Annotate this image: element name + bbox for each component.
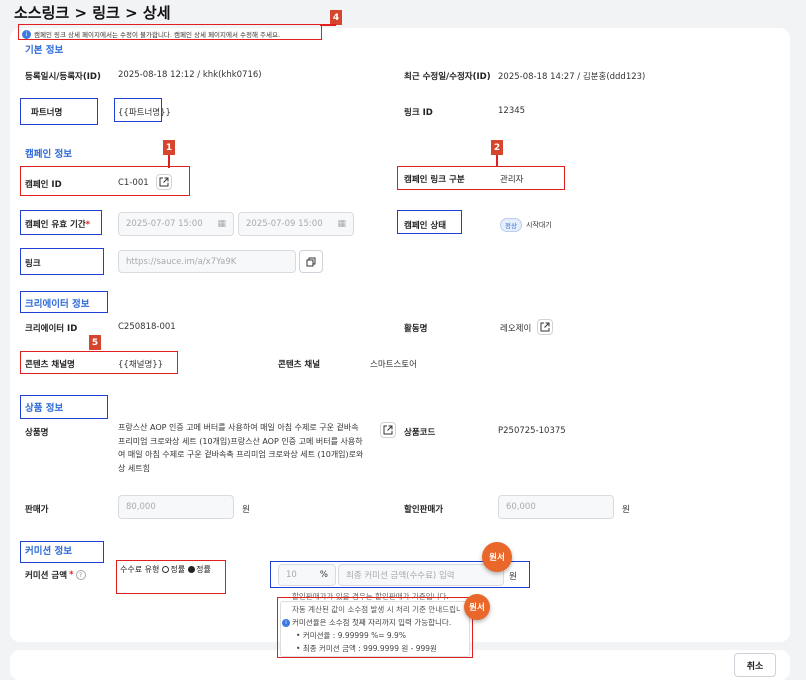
partner-label: 파트너명: [31, 108, 63, 118]
calendar-icon: ▦: [217, 219, 226, 229]
commission-amount-label: 커미션 금액 * ?: [25, 569, 86, 581]
modified-label: 최근 수정일/수정자(ID): [404, 72, 491, 82]
annotation-tag-4: 4: [330, 10, 342, 25]
breadcrumb-root[interactable]: 소스링크: [14, 4, 69, 22]
activity-value: 레오제이: [500, 324, 532, 334]
product-code-label: 상품코드: [404, 428, 436, 438]
open-creator-button[interactable]: [537, 319, 553, 335]
open-campaign-button[interactable]: [156, 174, 172, 190]
radio-percent-rate[interactable]: 정률: [188, 564, 211, 575]
product-code-value: P250725-10375: [498, 426, 566, 436]
info-icon: i: [22, 29, 31, 39]
status-text: 시작대기: [525, 221, 552, 229]
section-title-product: 상품 정보: [25, 403, 64, 414]
registered-value: 2025-08-18 12:12 / khk(khk0716): [118, 70, 262, 80]
copy-icon: [306, 257, 316, 266]
status-badge: 정상: [500, 218, 522, 232]
creator-id-value: C250818-001: [118, 322, 176, 332]
campaign-status: 정상 시작대기: [500, 218, 552, 232]
price-label: 판매가: [25, 505, 49, 515]
breadcrumb-separator: >: [74, 4, 88, 22]
breadcrumb-mid[interactable]: 링크: [92, 4, 120, 22]
commission-type-label: 수수료 유형: [120, 565, 160, 574]
radio-filled-icon: [188, 566, 196, 573]
annotation-tag-1: 1: [163, 140, 175, 155]
required-mark: *: [69, 570, 74, 580]
annotation-tag-2: 2: [491, 140, 503, 155]
annotation-line: [496, 155, 498, 167]
page-title: 상세: [142, 4, 171, 22]
campaign-start-input[interactable]: 2025-07-07 15:00 ▦: [118, 212, 234, 236]
commission-note-3: i 커미션율은 소수점 첫째 자리까지 입력 가능합니다.: [282, 617, 451, 628]
copy-link-button[interactable]: [299, 250, 323, 273]
annotation-line: [320, 24, 336, 26]
campaign-end-input[interactable]: 2025-07-09 15:00 ▦: [238, 212, 354, 236]
cancel-button[interactable]: 취소: [734, 653, 776, 677]
product-name-label: 상품명: [25, 428, 49, 438]
external-link-icon: [159, 177, 169, 187]
campaign-status-label: 캠페인 상태: [404, 221, 447, 231]
calendar-icon: ▦: [337, 219, 346, 229]
commission-unit: 원: [509, 572, 517, 582]
percent-sign: %: [319, 570, 328, 580]
price-input[interactable]: 80,000: [118, 495, 234, 519]
campaign-id-value: C1-001: [118, 178, 149, 188]
section-title-commission: 커미션 정보: [25, 546, 73, 557]
link-label: 링크: [25, 259, 41, 269]
notice-banner: i 캠페인 링크 상세 페이지에서는 수정이 불가합니다. 캠페인 상세 페이지…: [22, 29, 280, 39]
commission-note-2: 자동 계산된 값이 소수점 발생 시 처리 기준 안내드립니: [292, 605, 460, 614]
channel-value: 스마트스토어: [370, 360, 417, 370]
partner-value: {{파트너명}}: [118, 108, 171, 118]
campaign-id-label: 캠페인 ID: [25, 180, 62, 190]
channel-name-label: 콘텐츠 채널명: [25, 360, 75, 370]
breadcrumb: 소스링크 > 링크 > 상세: [14, 2, 171, 23]
commission-note-4: • 커미션율 : 9.99999 %= 9.9%: [296, 631, 406, 640]
activity-label: 활동명: [404, 324, 428, 334]
price-unit: 원: [242, 505, 250, 515]
help-icon[interactable]: ?: [75, 570, 86, 580]
required-mark: *: [85, 220, 91, 230]
commission-rate-input[interactable]: 10%: [278, 564, 336, 586]
commission-type-group: 수수료 유형 정률 정률: [120, 564, 211, 575]
notice-text: 캠페인 링크 상세 페이지에서는 수정이 불가합니다. 캠페인 상세 페이지에서…: [34, 31, 281, 39]
link-input[interactable]: https://sauce.im/a/x7Ya9K: [118, 250, 296, 273]
radio-fixed-rate[interactable]: 정률: [162, 564, 185, 575]
annotation-tag-5: 5: [89, 335, 101, 350]
external-link-icon: [540, 322, 550, 332]
sale-price-unit: 원: [622, 505, 630, 515]
radio-empty-icon: [162, 566, 170, 573]
open-product-button[interactable]: [380, 422, 396, 438]
campaign-link-type-value: 관리자: [500, 175, 524, 185]
breadcrumb-separator: >: [125, 4, 138, 22]
annotation-badge: 원서: [482, 542, 512, 572]
product-name-value: 프랑스산 AOP 인증 고메 버터를 사용하여 매일 아침 수제로 구운 겉바속…: [118, 423, 364, 473]
sale-price-input[interactable]: 60,000: [498, 495, 614, 519]
annotation-line: [168, 155, 170, 168]
info-icon: i: [282, 618, 290, 627]
registered-label: 등록일시/등록자(ID): [25, 72, 101, 82]
campaign-period-label: 캠페인 유효 기간*: [25, 220, 91, 230]
modified-value: 2025-08-18 14:27 / 김분홍(ddd123): [498, 72, 646, 82]
section-title-creator: 크리에이터 정보: [25, 299, 90, 310]
final-commission-input[interactable]: 최종 커미션 금액(수수료) 입력: [338, 564, 504, 586]
section-title-basic: 기본 정보: [25, 45, 64, 56]
detail-card: [10, 28, 790, 642]
sale-price-label: 할인판매가: [404, 505, 444, 515]
commission-note-5: • 최종 커미션 금액 : 999.9999 원 - 999원: [296, 644, 437, 653]
channel-label: 콘텐츠 채널: [278, 360, 321, 370]
channel-name-value: {{채널명}}: [118, 360, 164, 370]
link-id-label: 링크 ID: [404, 108, 433, 118]
link-id-value: 12345: [498, 106, 526, 116]
external-link-icon: [383, 425, 393, 435]
campaign-link-type-label: 캠페인 링크 구분: [404, 175, 465, 185]
section-title-campaign: 캠페인 정보: [25, 149, 73, 160]
annotation-badge: 원서: [464, 594, 490, 620]
creator-id-label: 크리에이터 ID: [25, 324, 78, 334]
